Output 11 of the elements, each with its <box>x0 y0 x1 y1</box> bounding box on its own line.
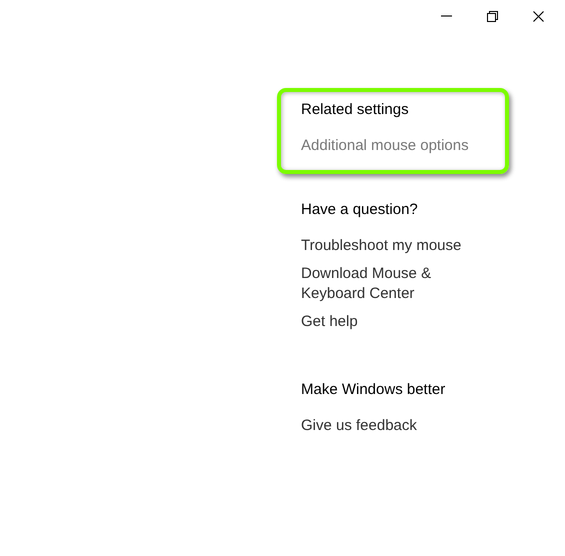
close-icon <box>532 10 544 22</box>
section-heading: Make Windows better <box>301 380 446 400</box>
settings-link[interactable]: Troubleshoot my mouse <box>301 236 485 256</box>
section-heading: Have a question? <box>301 200 419 220</box>
minimize-icon <box>440 15 452 17</box>
settings-link[interactable]: Give us feedback <box>301 416 485 436</box>
settings-link[interactable]: Get help <box>301 312 485 332</box>
restore-icon <box>486 10 498 22</box>
settings-link[interactable]: Additional mouse options <box>301 136 485 156</box>
settings-link[interactable]: Download Mouse & Keyboard Center <box>301 264 485 304</box>
section-heading: Related settings <box>301 100 410 120</box>
